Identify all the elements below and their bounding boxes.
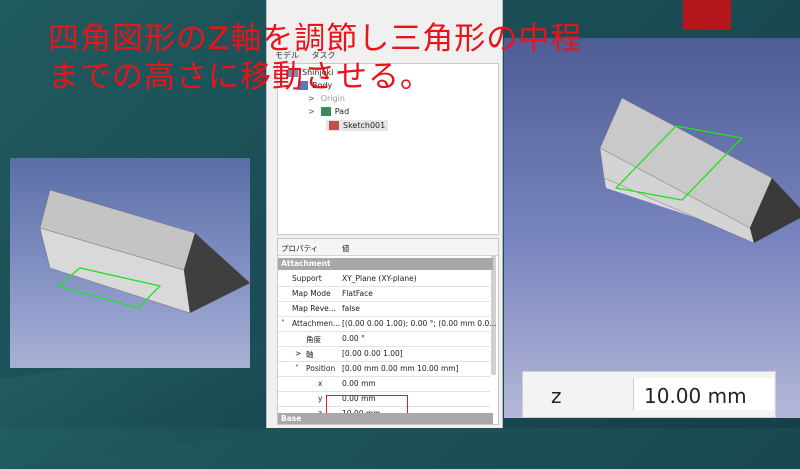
property-name: Support [292, 274, 322, 283]
property-value: [(0.00 0.00 1.00); 0.00 °; (0.00 mm 0.0.… [342, 319, 497, 328]
property-name: 角度 [306, 335, 321, 344]
property-row[interactable]: 角度 0.00 ° [278, 331, 490, 347]
property-value: 0.00 ° [342, 334, 365, 343]
prism-before [39, 189, 250, 314]
property-value: XY_Plane (XY-plane) [342, 274, 417, 283]
property-name: y [318, 394, 323, 403]
z-input[interactable]: 10.00 mm [633, 378, 774, 410]
property-value: FlatFace [342, 289, 373, 298]
sketch-icon [329, 121, 339, 130]
property-col-header: プロパティ [281, 244, 319, 253]
title-line-2: までの高さに移動させる。 [48, 59, 432, 95]
tree-label: Pad [334, 107, 350, 116]
property-row[interactable]: ˅ Attachmen... [(0.00 0.00 1.00); 0.00 °… [278, 316, 496, 332]
property-name: 軸 [306, 350, 314, 359]
z-highlight-box [326, 395, 408, 414]
title-line-1: 四角図形のZ軸を調節し三角形の中程 [48, 21, 583, 57]
property-row[interactable]: x 0.00 mm [278, 376, 490, 392]
group-base[interactable]: Base [278, 413, 493, 424]
red-accent-block [683, 0, 731, 30]
tree-label: Sketch001 [343, 121, 386, 130]
property-row[interactable]: ˅ Position [0.00 mm 0.00 mm 10.00 mm] [278, 361, 490, 377]
z-value-panel: z 10.00 mm [522, 371, 776, 418]
3d-view-before[interactable] [10, 158, 250, 368]
tree-item-sketch[interactable]: Sketch001 [326, 120, 389, 131]
property-header: プロパティ 値 [278, 239, 498, 256]
property-value: [0.00 mm 0.00 mm 10.00 mm] [342, 364, 459, 373]
property-name: x [318, 379, 323, 388]
property-editor: プロパティ 値 Attachment Support XY_Plane (XY-… [277, 238, 499, 425]
property-value: false [342, 304, 360, 313]
property-row[interactable]: Map Mode FlatFace [278, 286, 490, 302]
chevron-right-icon[interactable]: > [308, 107, 315, 116]
z-input-value: 10.00 mm [644, 384, 747, 408]
property-row[interactable]: Support XY_Plane (XY-plane) [278, 271, 490, 287]
value-col-header: 値 [342, 244, 350, 253]
property-name: Attachmen... [292, 319, 341, 328]
tree-item-pad[interactable]: > Pad [308, 107, 349, 116]
property-row[interactable]: Map Reve... false [278, 301, 490, 317]
pad-icon [320, 107, 331, 116]
property-value: 0.00 mm [342, 379, 376, 388]
chevron-down-icon[interactable]: ˅ [295, 364, 299, 373]
chevron-right-icon[interactable]: > [295, 349, 301, 358]
z-label: z [551, 384, 562, 408]
property-name: Position [306, 364, 336, 373]
scrollbar[interactable] [491, 255, 496, 375]
property-name: Map Reve... [292, 304, 336, 313]
chevron-down-icon[interactable]: ˅ [281, 319, 285, 328]
slide-title: 四角図形のZ軸を調節し三角形の中程 までの高さに移動させる。 [48, 20, 582, 96]
property-name: Map Mode [292, 289, 331, 298]
property-value: [0.00 0.00 1.00] [342, 349, 403, 358]
group-attachment[interactable]: Attachment [278, 258, 493, 270]
property-row[interactable]: > 軸 [0.00 0.00 1.00] [278, 346, 490, 362]
